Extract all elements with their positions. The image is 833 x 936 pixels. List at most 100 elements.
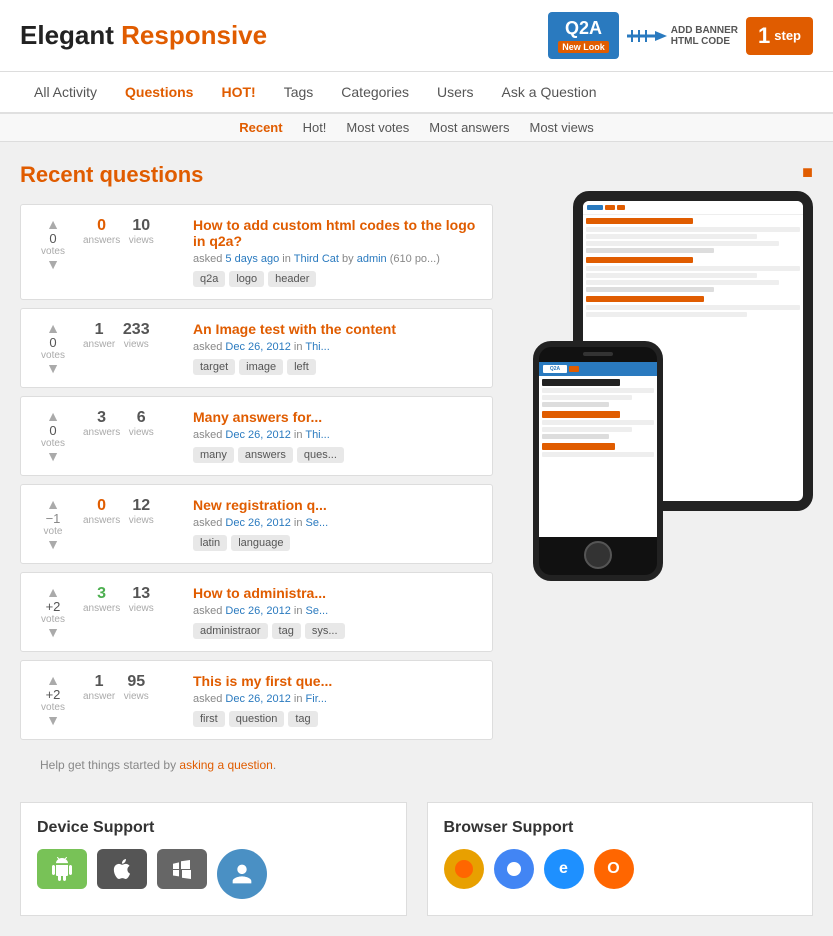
subnav-recent[interactable]: Recent bbox=[239, 120, 282, 135]
tag[interactable]: language bbox=[231, 535, 290, 551]
vote-down-icon[interactable]: ▼ bbox=[46, 257, 60, 271]
vote-down-icon[interactable]: ▼ bbox=[46, 449, 60, 463]
vote-down-icon[interactable]: ▼ bbox=[46, 625, 60, 639]
apple-svg bbox=[110, 857, 134, 881]
nav-tags[interactable]: Tags bbox=[270, 72, 328, 112]
views-label: views bbox=[126, 235, 156, 246]
category-link[interactable]: Thi... bbox=[305, 429, 329, 441]
views-label: views bbox=[126, 427, 156, 438]
step-badge[interactable]: 1 step bbox=[746, 17, 813, 55]
asked-time[interactable]: Dec 26, 2012 bbox=[225, 429, 290, 441]
question-info: How to administra... asked Dec 26, 2012 … bbox=[193, 585, 480, 639]
tag[interactable]: logo bbox=[229, 271, 264, 287]
question-info: An Image test with the content asked Dec… bbox=[193, 321, 480, 375]
subnav-hot[interactable]: Hot! bbox=[303, 120, 327, 135]
person-svg bbox=[228, 860, 256, 888]
question-title[interactable]: How to administra... bbox=[193, 585, 480, 601]
q2a-label: Q2A bbox=[565, 18, 602, 39]
vote-up-icon[interactable]: ▲ bbox=[46, 217, 60, 231]
vote-up-icon[interactable]: ▲ bbox=[46, 585, 60, 599]
subnav-most-answers[interactable]: Most answers bbox=[429, 120, 509, 135]
category-link[interactable]: Se... bbox=[306, 605, 329, 617]
category-link[interactable]: Se... bbox=[306, 517, 329, 529]
vote-up-icon[interactable]: ▲ bbox=[46, 497, 60, 511]
views-label: views bbox=[121, 691, 151, 702]
question-tags: many answers ques... bbox=[193, 447, 480, 463]
tag[interactable]: q2a bbox=[193, 271, 225, 287]
tag[interactable]: tag bbox=[288, 711, 317, 727]
question-title[interactable]: Many answers for... bbox=[193, 409, 480, 425]
views-stat: 12 views bbox=[126, 497, 156, 526]
question-tags: first question tag bbox=[193, 711, 480, 727]
tag[interactable]: latin bbox=[193, 535, 227, 551]
views-stat: 10 views bbox=[126, 217, 156, 246]
views-count: 10 bbox=[126, 217, 156, 235]
tag[interactable]: administraor bbox=[193, 623, 268, 639]
tag[interactable]: sys... bbox=[305, 623, 345, 639]
q2a-badge[interactable]: Q2A New Look bbox=[548, 12, 619, 59]
vote-down-icon[interactable]: ▼ bbox=[46, 537, 60, 551]
asked-time[interactable]: Dec 26, 2012 bbox=[225, 517, 290, 529]
sub-nav: Recent Hot! Most votes Most answers Most… bbox=[0, 114, 833, 142]
question-title[interactable]: New registration q... bbox=[193, 497, 480, 513]
tag[interactable]: many bbox=[193, 447, 234, 463]
tag[interactable]: answers bbox=[238, 447, 293, 463]
stats: 1 answer 233 views bbox=[83, 321, 183, 350]
vote-down-icon[interactable]: ▼ bbox=[46, 713, 60, 727]
question-info: Many answers for... asked Dec 26, 2012 i… bbox=[193, 409, 480, 463]
tag[interactable]: left bbox=[287, 359, 316, 375]
nav-hot[interactable]: HOT! bbox=[207, 72, 269, 112]
nav-questions[interactable]: Questions bbox=[111, 72, 207, 112]
nav-ask-question[interactable]: Ask a Question bbox=[488, 72, 611, 112]
vote-up-icon[interactable]: ▲ bbox=[46, 409, 60, 423]
tag[interactable]: tag bbox=[272, 623, 301, 639]
question-meta: asked Dec 26, 2012 in Se... bbox=[193, 517, 480, 529]
vote-up-icon[interactable]: ▲ bbox=[46, 673, 60, 687]
asked-time[interactable]: Dec 26, 2012 bbox=[225, 605, 290, 617]
main-content: Recent questions ▲ 0 votes ▼ 0 answers 1… bbox=[0, 142, 833, 802]
category-link[interactable]: Fir... bbox=[306, 693, 327, 705]
question-tags: q2a logo header bbox=[193, 271, 480, 287]
opera-icon: O bbox=[594, 849, 634, 889]
tag[interactable]: ques... bbox=[297, 447, 344, 463]
category-link[interactable]: Third Cat bbox=[294, 253, 339, 265]
arrow-icon bbox=[627, 26, 667, 46]
author-link[interactable]: admin bbox=[357, 253, 387, 265]
views-label: views bbox=[126, 603, 156, 614]
tag[interactable]: first bbox=[193, 711, 225, 727]
answers-label: answer bbox=[83, 691, 115, 702]
question-title[interactable]: How to add custom html codes to the logo… bbox=[193, 217, 480, 249]
vote-count: 0 bbox=[49, 335, 56, 350]
vote-up-icon[interactable]: ▲ bbox=[46, 321, 60, 335]
nav-categories[interactable]: Categories bbox=[327, 72, 423, 112]
asked-time[interactable]: 5 days ago bbox=[225, 253, 279, 265]
add-banner-label: ADD BANNER bbox=[671, 25, 738, 36]
tag[interactable]: question bbox=[229, 711, 285, 727]
main-nav: All Activity Questions HOT! Tags Categor… bbox=[0, 72, 833, 114]
ask-question-link[interactable]: asking a question bbox=[179, 758, 272, 772]
android-icon bbox=[37, 849, 87, 889]
question-item: ▲ 0 votes ▼ 0 answers 10 views How to ad… bbox=[20, 204, 493, 300]
question-tags: target image left bbox=[193, 359, 480, 375]
vote-down-icon[interactable]: ▼ bbox=[46, 361, 60, 375]
tag[interactable]: image bbox=[239, 359, 283, 375]
html-code-label: HTML CODE bbox=[671, 36, 738, 47]
vote-box: ▲ +2 votes ▼ bbox=[33, 585, 73, 639]
category-link[interactable]: Thi... bbox=[305, 341, 329, 353]
answers-stat: 1 answer bbox=[83, 321, 115, 350]
tag[interactable]: header bbox=[268, 271, 316, 287]
section-title-prefix: Recent bbox=[20, 162, 99, 187]
nav-users[interactable]: Users bbox=[423, 72, 488, 112]
tag[interactable]: target bbox=[193, 359, 235, 375]
asked-time[interactable]: Dec 26, 2012 bbox=[225, 341, 290, 353]
asked-time[interactable]: Dec 26, 2012 bbox=[225, 693, 290, 705]
nav-all-activity[interactable]: All Activity bbox=[20, 72, 111, 112]
header: Elegant Responsive Q2A New Look ADD BANN… bbox=[0, 0, 833, 72]
views-label: views bbox=[126, 515, 156, 526]
subnav-most-views[interactable]: Most views bbox=[529, 120, 593, 135]
subnav-most-votes[interactable]: Most votes bbox=[346, 120, 409, 135]
sidebar: ■ bbox=[513, 162, 813, 782]
question-title[interactable]: This is my first que... bbox=[193, 673, 480, 689]
stats: 0 answers 12 views bbox=[83, 497, 183, 526]
question-title[interactable]: An Image test with the content bbox=[193, 321, 480, 337]
